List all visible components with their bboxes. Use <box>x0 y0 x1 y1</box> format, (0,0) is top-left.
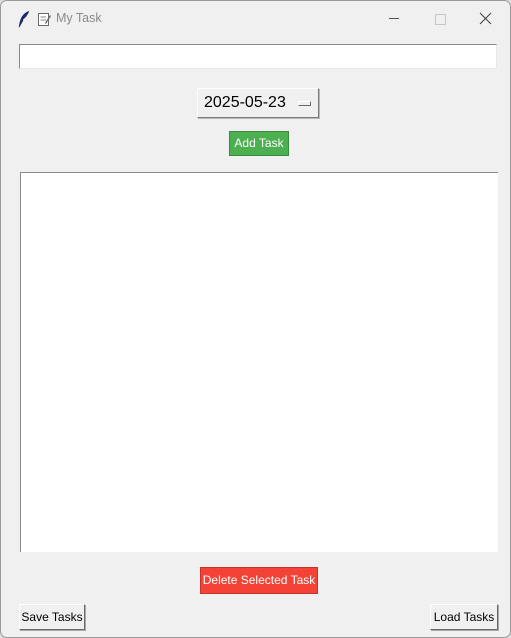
save-tasks-button[interactable]: Save Tasks <box>19 604 85 630</box>
window-title: My Task <box>56 11 102 25</box>
load-tasks-button[interactable]: Load Tasks <box>430 604 498 630</box>
minimize-icon <box>389 18 399 19</box>
app-window: My Task 2025-05-23 Add Task Delete Selec… <box>0 0 511 638</box>
minimize-button[interactable] <box>371 1 417 37</box>
date-picker[interactable]: 2025-05-23 <box>197 88 319 118</box>
feather-icon <box>18 11 29 28</box>
notepad-icon <box>38 13 51 26</box>
dropdown-indicator-icon <box>298 101 311 106</box>
task-list[interactable] <box>20 172 498 552</box>
title-bar[interactable]: My Task <box>1 1 510 37</box>
date-value: 2025-05-23 <box>204 94 286 111</box>
close-button[interactable] <box>463 1 509 37</box>
close-icon <box>479 12 492 25</box>
delete-task-button[interactable]: Delete Selected Task <box>200 567 318 594</box>
task-input[interactable] <box>19 44 497 69</box>
maximize-button[interactable] <box>417 1 463 37</box>
add-task-button[interactable]: Add Task <box>229 131 289 156</box>
maximize-icon <box>435 14 446 25</box>
